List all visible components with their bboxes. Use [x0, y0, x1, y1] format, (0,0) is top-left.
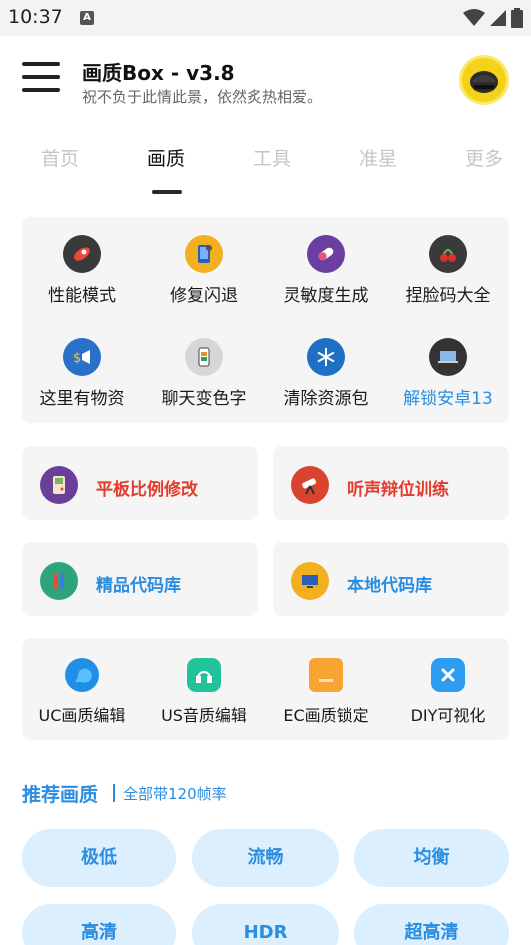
- tablet-ratio-card[interactable]: 平板比例修改: [22, 446, 258, 520]
- tab-home[interactable]: 首页: [7, 144, 113, 171]
- capsule-icon: [307, 235, 345, 273]
- feature-label: 修复闪退: [170, 286, 238, 306]
- battery-icon: [511, 8, 523, 28]
- feature-performance-mode[interactable]: 性能模式: [22, 235, 142, 306]
- feature-label: 解锁安卓13: [403, 389, 493, 409]
- rocket-icon: [63, 235, 101, 273]
- feature-label: 灵敏度生成: [283, 286, 369, 306]
- monitor-icon: [291, 562, 329, 600]
- sound-training-card[interactable]: 听声辩位训练: [273, 446, 509, 520]
- tools-card: UC画质编辑 US音质编辑 EC画质锁定 DIY可视化: [22, 638, 509, 740]
- laptop-icon: [429, 338, 467, 376]
- feature-face-codes[interactable]: 捏脸码大全: [388, 235, 508, 306]
- megaphone-icon: $: [63, 338, 101, 376]
- card-label: 精品代码库: [96, 576, 181, 596]
- feature-sensitivity[interactable]: 灵敏度生成: [266, 235, 386, 306]
- card-label: 本地代码库: [347, 576, 432, 596]
- tab-bar: 首页 画质 工具 准星 更多: [0, 144, 531, 200]
- app-title: 画质Box - v3.8: [82, 61, 235, 85]
- quality-option-ultra-hd[interactable]: 超高清: [354, 904, 509, 945]
- gameboy-icon: [40, 466, 78, 504]
- feature-label: 性能模式: [48, 286, 116, 306]
- section-divider: [113, 784, 115, 802]
- tab-more[interactable]: 更多: [431, 144, 531, 171]
- feature-supplies[interactable]: $ 这里有物资: [22, 338, 142, 409]
- tool-uc-quality-edit[interactable]: UC画质编辑: [22, 658, 142, 726]
- feature-label: 这里有物资: [39, 389, 125, 409]
- tool-label: US音质编辑: [161, 706, 247, 725]
- tool-us-audio-edit[interactable]: US音质编辑: [144, 658, 264, 726]
- color-palette-icon: [185, 338, 223, 376]
- tab-tools[interactable]: 工具: [219, 144, 325, 171]
- wifi-icon: [463, 9, 485, 26]
- tool-label: DIY可视化: [410, 706, 486, 725]
- feature-chat-color[interactable]: 聊天变色字: [144, 338, 264, 409]
- tab-quality[interactable]: 画质: [113, 144, 219, 171]
- orange-folder-icon: [309, 658, 343, 692]
- local-code-card[interactable]: 本地代码库: [273, 542, 509, 616]
- recommended-subtitle: 全部带120帧率: [123, 785, 227, 803]
- quality-option-hdr[interactable]: HDR: [192, 904, 339, 945]
- helmet-avatar-icon[interactable]: [459, 55, 509, 105]
- feature-label: 聊天变色字: [161, 389, 247, 409]
- tool-label: EC画质锁定: [283, 706, 369, 725]
- quality-option-balanced[interactable]: 均衡: [354, 829, 509, 887]
- feature-clear-resources[interactable]: 清除资源包: [266, 338, 386, 409]
- card-label: 听声辩位训练: [347, 480, 449, 500]
- status-bar: 10:37 A: [0, 0, 531, 36]
- headphone-icon: [187, 658, 221, 692]
- feature-unlock-android13[interactable]: 解锁安卓13: [388, 338, 508, 409]
- quality-option-hd[interactable]: 高清: [22, 904, 176, 945]
- quality-option-very-low[interactable]: 极低: [22, 829, 176, 887]
- tool-ec-quality-lock[interactable]: EC画质锁定: [266, 658, 386, 726]
- tab-indicator: [152, 190, 182, 194]
- svg-text:$: $: [73, 351, 81, 366]
- telescope-icon: [291, 466, 329, 504]
- blue-x-icon: [431, 658, 465, 692]
- quality-option-smooth[interactable]: 流畅: [192, 829, 339, 887]
- tab-crosshair[interactable]: 准星: [325, 144, 431, 171]
- card-label: 平板比例修改: [96, 480, 198, 500]
- premium-code-card[interactable]: 精品代码库: [22, 542, 258, 616]
- cherry-icon: [429, 235, 467, 273]
- feature-label: 清除资源包: [283, 389, 369, 409]
- signal-icon: [490, 10, 506, 26]
- test-tube-icon: [40, 562, 78, 600]
- tool-label: UC画质编辑: [38, 706, 126, 725]
- feature-label: 捏脸码大全: [405, 286, 491, 306]
- recommended-title: 推荐画质: [22, 784, 99, 806]
- blue-chat-icon: [65, 658, 99, 692]
- feature-fix-crash[interactable]: 修复闪退: [144, 235, 264, 306]
- app-subtitle: 祝不负于此情此景，依然炙热相爱。: [82, 88, 323, 106]
- phone-repair-icon: [185, 235, 223, 273]
- feature-grid-card: 性能模式 修复闪退 灵敏度生成 捏脸码大全 $ 这里有物资 聊天变色字 清除资源…: [22, 217, 509, 423]
- status-time: 10:37: [8, 6, 63, 28]
- notification-icon: A: [80, 11, 94, 25]
- tool-diy-visual[interactable]: DIY可视化: [388, 658, 508, 726]
- snowflake-icon: [307, 338, 345, 376]
- status-icons: [463, 8, 523, 28]
- hamburger-menu-icon[interactable]: [22, 62, 60, 96]
